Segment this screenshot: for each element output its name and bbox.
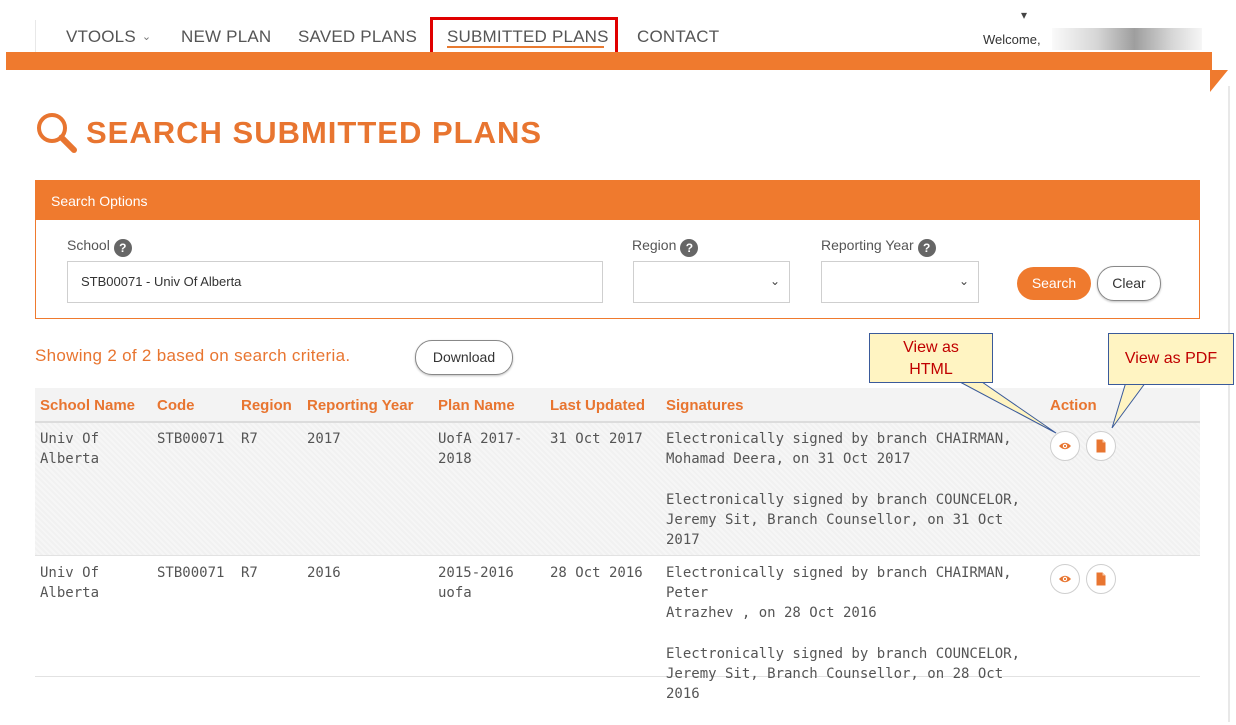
header-band-corner xyxy=(1210,70,1228,92)
search-button[interactable]: Search xyxy=(1017,267,1091,300)
eye-icon xyxy=(1059,575,1071,583)
chevron-down-icon: ⌄ xyxy=(769,274,780,288)
signature-entry: Electronically signed by branch COUNCELO… xyxy=(666,490,1036,550)
annotation-highlight-box xyxy=(430,17,618,57)
cell-line: UofA 2017- xyxy=(438,431,523,447)
user-menu-caret[interactable]: ▾ xyxy=(1021,8,1027,22)
search-options-header: Search Options xyxy=(36,181,1199,220)
cell-signatures: Electronically signed by branch CHAIRMAN… xyxy=(666,563,1036,725)
file-icon xyxy=(1096,572,1106,586)
download-button[interactable]: Download xyxy=(415,340,513,375)
table-row: Univ Of Alberta STB00071 R7 2017 UofA 20… xyxy=(35,423,1200,556)
cell-code: STB00071 xyxy=(157,565,225,581)
search-icon xyxy=(37,113,77,153)
reporting-year-label-text: Reporting Year xyxy=(821,237,914,253)
cell-line: 2015-2016 xyxy=(438,565,514,581)
signature-line: Mohamad Deera, on 31 Oct 2017 xyxy=(666,451,911,467)
view-html-button[interactable] xyxy=(1050,564,1080,594)
nav-item-saved-plans[interactable]: SAVED PLANS xyxy=(298,27,417,47)
column-header-code[interactable]: Code xyxy=(157,397,195,414)
region-label-text: Region xyxy=(632,237,677,253)
cell-reporting-year: 2017 xyxy=(307,431,341,447)
cell-plan-name: 2015-2016 uofa xyxy=(438,563,514,603)
school-label: School? xyxy=(67,237,132,257)
cell-school-name: Univ Of Alberta xyxy=(40,429,99,469)
column-header-action: Action xyxy=(1050,397,1097,414)
redacted-username[interactable] xyxy=(1052,28,1202,50)
clear-button[interactable]: Clear xyxy=(1097,266,1161,301)
nav-item-new-plan[interactable]: NEW PLAN xyxy=(181,27,271,47)
view-pdf-button[interactable] xyxy=(1086,564,1116,594)
table-row: Univ Of Alberta STB00071 R7 2016 2015-20… xyxy=(35,556,1200,702)
signature-line: Jeremy Sit, Branch Counsellor, on 31 Oct… xyxy=(666,512,1004,548)
nav-left-divider xyxy=(35,20,36,52)
page-title: SEARCH SUBMITTED PLANS xyxy=(86,115,543,150)
signature-line: Electronically signed by branch COUNCELO… xyxy=(666,646,1021,662)
top-navigation: VTOOLS ⌄ NEW PLAN SAVED PLANS SUBMITTED P… xyxy=(0,0,1236,57)
column-header-region[interactable]: Region xyxy=(241,397,292,414)
cell-last-updated: 31 Oct 2017 xyxy=(550,431,643,447)
cell-line: Univ Of xyxy=(40,565,100,581)
nav-item-vtools[interactable]: VTOOLS ⌄ xyxy=(66,27,151,47)
chevron-down-icon: ⌄ xyxy=(141,31,152,43)
view-as-pdf-callout: View as PDF xyxy=(1108,333,1234,385)
view-html-button[interactable] xyxy=(1050,431,1080,461)
cell-line: uofa xyxy=(438,585,472,601)
school-input[interactable]: STB00071 - Univ Of Alberta xyxy=(67,261,603,303)
search-options-panel: Search Options School? STB00071 - Univ O… xyxy=(35,180,1200,319)
reporting-year-label: Reporting Year? xyxy=(821,237,936,257)
eye-icon xyxy=(1059,442,1071,450)
column-header-reporting-year[interactable]: Reporting Year xyxy=(307,397,413,414)
region-select[interactable]: ⌄ xyxy=(633,261,790,303)
welcome-text: Welcome, xyxy=(983,32,1041,47)
cell-line: 2018 xyxy=(438,451,472,467)
page-right-border xyxy=(1228,86,1230,722)
file-icon xyxy=(1096,439,1106,453)
column-header-last-updated[interactable]: Last Updated xyxy=(550,397,645,414)
cell-code: STB00071 xyxy=(157,431,225,447)
column-header-school-name[interactable]: School Name xyxy=(40,397,135,414)
signature-entry: Electronically signed by branch COUNCELO… xyxy=(666,644,1036,704)
help-icon[interactable]: ? xyxy=(680,239,699,257)
cell-region: R7 xyxy=(241,431,258,447)
help-icon[interactable]: ? xyxy=(917,239,936,257)
cell-reporting-year: 2016 xyxy=(307,565,341,581)
cell-line: Alberta xyxy=(40,585,100,601)
callout-line: HTML xyxy=(909,361,953,378)
signature-line: Electronically signed by branch CHAIRMAN… xyxy=(666,565,1012,601)
nav-item-contact[interactable]: CONTACT xyxy=(637,27,719,47)
signature-entry: Electronically signed by branch CHAIRMAN… xyxy=(666,563,1036,623)
cell-last-updated: 28 Oct 2016 xyxy=(550,565,643,581)
cell-signatures: Electronically signed by branch CHAIRMAN… xyxy=(666,429,1036,571)
cell-plan-name: UofA 2017- 2018 xyxy=(438,429,522,469)
column-header-plan-name[interactable]: Plan Name xyxy=(438,397,515,414)
signature-line: Electronically signed by branch COUNCELO… xyxy=(666,492,1021,508)
nav-item-label: VTOOLS xyxy=(66,27,136,46)
cell-line: Univ Of xyxy=(40,431,100,447)
cell-line: Alberta xyxy=(40,451,100,467)
callout-line: View as xyxy=(903,339,959,356)
table-header: School Name Code Region Reporting Year P… xyxy=(35,388,1200,423)
signature-line: Atrazhev , on 28 Oct 2016 xyxy=(666,605,877,621)
cell-region: R7 xyxy=(241,565,258,581)
reporting-year-select[interactable]: ⌄ xyxy=(821,261,979,303)
signature-line: Electronically signed by branch CHAIRMAN… xyxy=(666,431,1012,447)
region-label: Region? xyxy=(632,237,699,257)
chevron-down-icon: ⌄ xyxy=(958,274,969,288)
header-orange-band xyxy=(6,52,1212,70)
signature-entry: Electronically signed by branch CHAIRMAN… xyxy=(666,429,1036,469)
results-summary: Showing 2 of 2 based on search criteria. xyxy=(35,346,351,365)
signature-line: Jeremy Sit, Branch Counsellor, on 28 Oct… xyxy=(666,666,1004,702)
cell-school-name: Univ Of Alberta xyxy=(40,563,99,603)
view-pdf-button[interactable] xyxy=(1086,431,1116,461)
help-icon[interactable]: ? xyxy=(113,239,132,257)
view-as-html-callout: View as HTML xyxy=(869,333,993,383)
results-table: School Name Code Region Reporting Year P… xyxy=(35,388,1200,702)
school-label-text: School xyxy=(67,237,110,253)
column-header-signatures[interactable]: Signatures xyxy=(666,397,744,414)
